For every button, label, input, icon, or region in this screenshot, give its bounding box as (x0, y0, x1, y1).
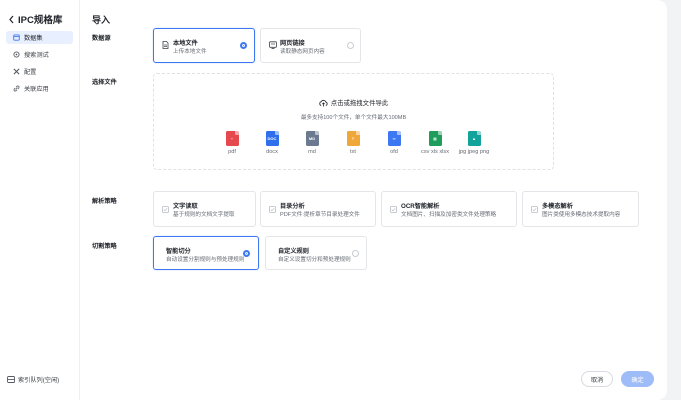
checkbox-icon (269, 206, 276, 213)
radio-unselected[interactable] (352, 250, 359, 257)
cloud-upload-icon (319, 99, 328, 106)
option-title: 文字读取 (173, 203, 198, 210)
file-type-image: ▲ jpg jpeg png (454, 131, 494, 155)
option-title: 本地文件 (173, 40, 198, 47)
sidebar-item-search-test[interactable]: 搜索测试 (6, 48, 73, 61)
option-desc: 自动设置分割规则与预处理规则 (166, 257, 245, 263)
option-title: 网页链接 (280, 40, 305, 47)
option-desc: PDF文件:提析章节目录处理文件 (280, 212, 360, 218)
file-type-ofd: ∞ ofd (374, 131, 414, 155)
main-content: 导入 数据源 本地文件 上传本地文件 网页链接 读取静态网页内容 选择文件 点击… (80, 0, 667, 400)
option-desc: 自定义设置切分和预处理规则 (278, 257, 351, 263)
sidebar-item-dataset[interactable]: 数据集 (6, 31, 73, 44)
app-window: IPC规格库 数据集 搜索测试 配置 关联应用 索引队列(空闲) 导入 数据源 … (0, 0, 667, 400)
library-title: IPC规格库 (18, 15, 63, 26)
parse-option-multimodal[interactable]: 多模态解析 图片类使用多模态技术提取内容 (522, 191, 639, 227)
file-type-docx: DOC docx (252, 131, 292, 155)
search-test-icon (13, 51, 20, 58)
page-title: 导入 (92, 15, 111, 25)
file-type-label: pdf (228, 149, 236, 155)
file-select-label: 选择文件 (92, 79, 117, 86)
file-type-label: md (308, 149, 316, 155)
file-type-pdf: ⌁ pdf (212, 131, 252, 155)
sidebar-item-label: 搜索测试 (24, 52, 49, 59)
docx-file-icon: DOC (265, 131, 279, 146)
settings-icon (13, 68, 20, 75)
page-scrollbar-track[interactable] (667, 0, 681, 400)
image-file-icon: ▲ (467, 131, 481, 146)
file-type-spreadsheet: ▦ csv xls xlsx (415, 131, 455, 155)
upload-hint: 最多支持100个文件，单个文件最大100MB (300, 115, 407, 121)
source-option-web-link[interactable]: 网页链接 读取静态网页内容 (260, 28, 361, 63)
chunk-strategy-label: 切割策略 (92, 243, 117, 250)
option-title: 多模态解析 (542, 203, 573, 210)
web-page-icon (269, 41, 277, 49)
checkbox-icon (162, 206, 169, 213)
parse-strategy-label: 解析策略 (92, 198, 117, 205)
upload-prompt[interactable]: 点击或拖拽文件导此 (154, 98, 553, 107)
sidebar: IPC规格库 数据集 搜索测试 配置 关联应用 索引队列(空闲) (0, 0, 80, 400)
file-upload-dropzone[interactable]: 点击或拖拽文件导此 最多支持100个文件，单个文件最大100MB ⌁ pdf D… (153, 73, 554, 170)
sidebar-header: IPC规格库 (8, 12, 62, 26)
back-arrow-icon[interactable] (8, 15, 15, 24)
parse-option-ocr[interactable]: OCR智能解析 文档图片、扫描及加密类文件处理策略 (381, 191, 517, 227)
file-type-md: MD md (292, 131, 332, 155)
source-option-local-file[interactable]: 本地文件 上传本地文件 (153, 28, 255, 63)
option-title: 自定义规则 (278, 248, 309, 255)
index-queue-status[interactable]: 索引队列(空闲) (7, 375, 59, 384)
option-desc: 文档图片、扫描及加密类文件处理策略 (401, 212, 497, 218)
file-type-label: ofd (390, 149, 398, 155)
option-title: OCR智能解析 (401, 203, 440, 210)
chunk-option-smart[interactable]: 智能切分 自动设置分割规则与预处理规则 (153, 236, 259, 270)
sidebar-item-label: 关联应用 (24, 86, 49, 93)
database-icon (13, 34, 20, 41)
sidebar-item-settings[interactable]: 配置 (6, 65, 73, 78)
file-type-label: docx (266, 149, 278, 155)
option-desc: 基于规则的文档文字提取 (173, 212, 235, 218)
sidebar-item-label: 配置 (24, 69, 37, 76)
link-icon (13, 85, 20, 92)
parse-option-toc-analysis[interactable]: 目录分析 PDF文件:提析章节目录处理文件 (260, 191, 376, 227)
radio-selected[interactable] (243, 250, 250, 257)
pdf-file-icon: ⌁ (225, 131, 239, 146)
spreadsheet-file-icon: ▦ (428, 131, 442, 146)
upload-text: 点击或拖拽文件导此 (330, 100, 389, 107)
confirm-button[interactable]: 确定 (621, 371, 654, 387)
index-queue-label: 索引队列(空闲) (18, 377, 60, 384)
checkbox-icon (390, 206, 397, 213)
radio-selected[interactable] (240, 42, 247, 49)
option-desc: 图片类使用多模态技术提取内容 (542, 212, 621, 218)
sidebar-item-linked-apps[interactable]: 关联应用 (6, 82, 73, 95)
file-type-label: csv xls xlsx (421, 149, 449, 155)
txt-file-icon: T (346, 131, 360, 146)
option-desc: 上传本地文件 (173, 49, 207, 55)
file-type-label: txt (350, 149, 356, 155)
sidebar-item-label: 数据集 (24, 35, 43, 42)
option-title: 目录分析 (280, 203, 305, 210)
parse-option-text-read[interactable]: 文字读取 基于规则的文档文字提取 (153, 191, 256, 227)
cancel-button[interactable]: 取消 (581, 371, 613, 387)
option-title: 智能切分 (166, 248, 191, 255)
ofd-file-icon: ∞ (387, 131, 401, 146)
radio-unselected[interactable] (347, 42, 354, 49)
file-type-label: jpg jpeg png (458, 149, 490, 155)
file-type-txt: T txt (333, 131, 373, 155)
data-source-label: 数据源 (92, 35, 111, 42)
option-desc: 读取静态网页内容 (280, 49, 325, 55)
md-file-icon: MD (305, 131, 319, 146)
file-icon (162, 41, 169, 49)
queue-icon (7, 376, 15, 383)
chunk-option-custom[interactable]: 自定义规则 自定义设置切分和预处理规则 (265, 236, 367, 270)
checkbox-icon (531, 206, 538, 213)
